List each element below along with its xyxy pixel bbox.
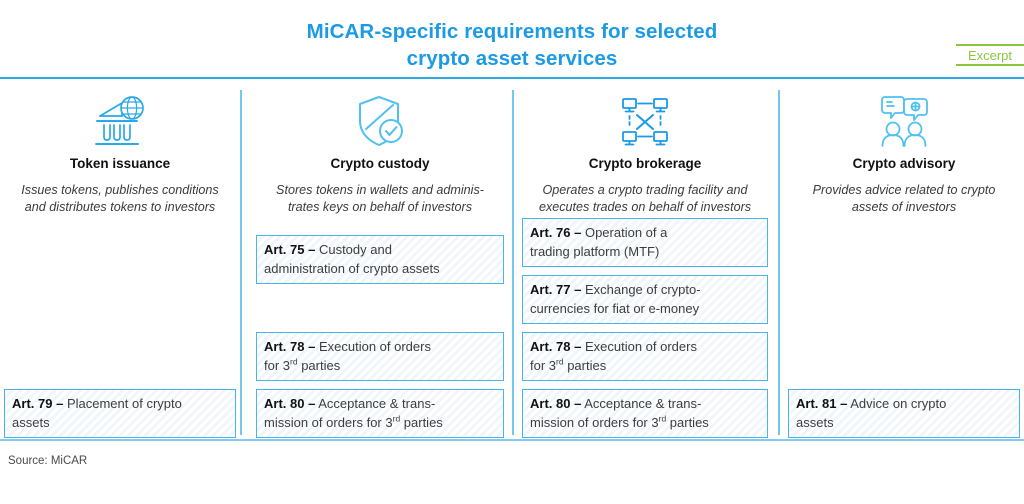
column-description-line-2: and distributes tokens to investors: [24, 200, 216, 214]
article-box[interactable]: Art. 78 – Execution of orders for 3rd pa…: [256, 332, 504, 381]
article-number: Art. 78: [264, 339, 305, 354]
article-text-line-2: assets: [796, 415, 834, 430]
article-number: Art. 77: [530, 282, 571, 297]
column-crypto-advisory: Crypto advisory Provides advice related …: [788, 88, 1020, 438]
columns-container: Token issuance Issues tokens, publishes …: [0, 88, 1024, 438]
header-divider-rule: [0, 77, 1024, 79]
excerpt-rule-bottom: [956, 64, 1024, 66]
column-divider-3: [778, 90, 780, 435]
article-box[interactable]: Art. 78 – Execution of orders for 3rd pa…: [522, 332, 768, 381]
article-text-line-2: for 3rd parties: [530, 356, 607, 373]
column-description-line-2: assets of investors: [851, 200, 957, 214]
column-description-crypto-advisory: Provides advice related to crypto assets…: [788, 182, 1020, 216]
article-text-line-2: currencies for fiat or e-money: [530, 301, 700, 316]
column-description-line-1: Provides advice related to crypto: [812, 183, 996, 197]
article-number: Art. 80: [264, 396, 305, 411]
article-text-line-1: Execution of orders: [318, 339, 431, 354]
people-speech-bubbles-icon: [788, 90, 1020, 152]
article-dash: –: [840, 396, 848, 411]
article-dash: –: [308, 396, 316, 411]
infographic-page: MiCAR-specific requirements for selected…: [0, 0, 1024, 504]
article-box-list-token-issuance: Art. 79 – Placement of crypto assets: [4, 389, 236, 438]
article-text-line-1: Custody and: [318, 242, 392, 257]
article-text-line-2: for 3rd parties: [264, 356, 341, 373]
article-number: Art. 81: [796, 396, 837, 411]
article-dash: –: [574, 339, 582, 354]
article-text-line-1: Operation of a: [584, 225, 668, 240]
article-text-line-2: assets: [12, 415, 50, 430]
article-dash: –: [574, 282, 582, 297]
column-title-crypto-custody: Crypto custody: [330, 156, 430, 171]
article-text-line-1: Exchange of crypto-: [584, 282, 701, 297]
column-description-line-2: executes trades on behalf of investors: [538, 200, 752, 214]
column-description-crypto-custody: Stores tokens in wallets and adminis- tr…: [256, 182, 504, 216]
column-description-token-issuance: Issues tokens, publishes conditions and …: [4, 182, 236, 216]
column-crypto-brokerage: Crypto brokerage Operates a crypto tradi…: [522, 88, 768, 438]
article-box[interactable]: Art. 79 – Placement of crypto assets: [4, 389, 236, 438]
shield-check-icon: [256, 90, 504, 152]
column-divider-1: [240, 90, 242, 435]
article-number: Art. 78: [530, 339, 571, 354]
column-description-crypto-brokerage: Operates a crypto trading facility and e…: [522, 182, 768, 216]
column-description-line-1: Issues tokens, publishes conditions: [21, 183, 219, 197]
article-dash: –: [574, 396, 582, 411]
article-text-line-2: trading platform (MTF): [530, 244, 660, 259]
article-dash: –: [574, 225, 582, 240]
article-text-line-1: Execution of orders: [584, 339, 697, 354]
article-text-line-1: Acceptance & trans-: [318, 396, 436, 411]
article-number: Art. 75: [264, 242, 305, 257]
article-box[interactable]: Art. 76 – Operation of a trading platfor…: [522, 218, 768, 267]
bank-globe-icon: [4, 90, 236, 152]
article-box[interactable]: Art. 75 – Custody and administration of …: [256, 235, 504, 284]
article-text-line-1: Placement of crypto: [66, 396, 182, 411]
article-number: Art. 76: [530, 225, 571, 240]
article-box-list-crypto-advisory: Art. 81 – Advice on crypto assets: [788, 389, 1020, 438]
column-title-token-issuance: Token issuance: [69, 156, 171, 171]
article-text-line-1: Acceptance & trans-: [584, 396, 702, 411]
article-dash: –: [308, 242, 316, 257]
column-title-crypto-brokerage: Crypto brokerage: [588, 156, 702, 171]
article-box[interactable]: Art. 77 – Exchange of crypto- currencies…: [522, 275, 768, 324]
article-dash: –: [56, 396, 64, 411]
article-number: Art. 80: [530, 396, 571, 411]
article-text-line-2: mission of orders for 3rd parties: [264, 413, 443, 430]
column-divider-2: [512, 90, 514, 435]
article-text-line-2: mission of orders for 3rd parties: [530, 413, 709, 430]
article-box[interactable]: Art. 80 – Acceptance & trans- mission of…: [256, 389, 504, 438]
footer-divider-rule: [0, 439, 1024, 441]
page-title-line-2: crypto asset services: [406, 47, 618, 70]
network-nodes-icon: [522, 90, 768, 152]
page-title: MiCAR-specific requirements for selected…: [0, 18, 1024, 72]
excerpt-label: Excerpt: [967, 48, 1013, 63]
article-box[interactable]: Art. 81 – Advice on crypto assets: [788, 389, 1020, 438]
excerpt-badge: Excerpt: [956, 44, 1024, 66]
column-token-issuance: Token issuance Issues tokens, publishes …: [4, 88, 236, 438]
article-number: Art. 79: [12, 396, 53, 411]
column-title-crypto-advisory: Crypto advisory: [852, 156, 956, 171]
article-dash: –: [308, 339, 316, 354]
article-text-line-1: Advice on crypto: [850, 396, 947, 411]
source-label: Source: MiCAR: [8, 455, 88, 467]
page-title-line-1: MiCAR-specific requirements for selected: [306, 20, 718, 43]
column-description-line-2: trates keys on behalf of investors: [287, 200, 473, 214]
column-description-line-1: Stores tokens in wallets and adminis-: [276, 183, 484, 197]
article-box-list-crypto-custody: Art. 75 – Custody and administration of …: [256, 235, 504, 438]
column-crypto-custody: Crypto custody Stores tokens in wallets …: [256, 88, 504, 438]
article-box[interactable]: Art. 80 – Acceptance & trans- mission of…: [522, 389, 768, 438]
column-description-line-1: Operates a crypto trading facility and: [542, 183, 748, 197]
article-box-list-crypto-brokerage: Art. 76 – Operation of a trading platfor…: [522, 218, 768, 438]
article-text-line-2: administration of crypto assets: [264, 261, 440, 276]
